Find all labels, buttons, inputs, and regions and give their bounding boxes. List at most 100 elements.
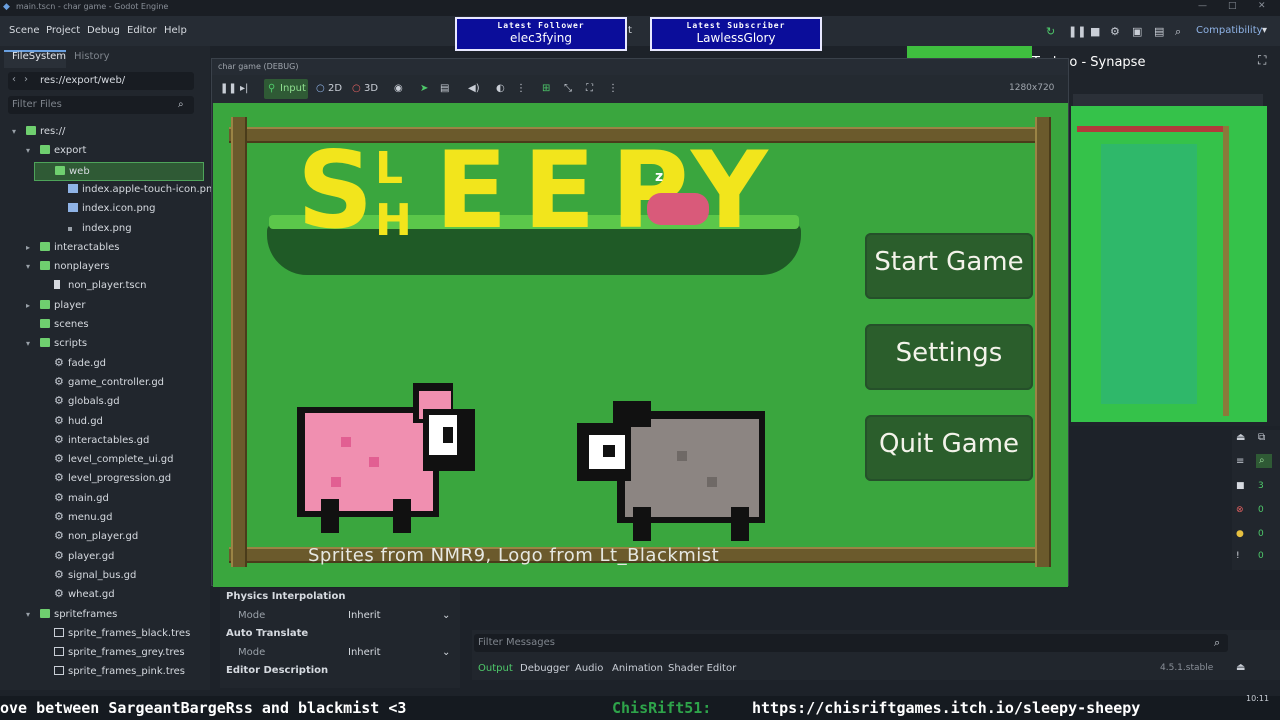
menu-scene[interactable]: Scene — [9, 25, 40, 36]
search-icon[interactable]: ⌕ — [1175, 25, 1181, 39]
chevron-down-icon[interactable]: ▾ — [12, 127, 16, 136]
auto-translate-header[interactable]: Auto Translate — [226, 628, 308, 639]
pin-icon[interactable]: ⏏ — [1236, 432, 1245, 443]
tree-item[interactable]: ▸ player — [0, 297, 206, 316]
chevron-down-icon[interactable]: ⌄ — [442, 647, 450, 658]
reload-icon[interactable]: ↻ — [1046, 25, 1055, 38]
tree-item[interactable]: ⚙ hud.gd — [0, 413, 206, 432]
warning-count-badge[interactable]: ● 0 — [1234, 528, 1272, 544]
tree-item[interactable]: index.apple-touch-icon.png — [0, 181, 219, 200]
tree-item[interactable]: scenes — [0, 316, 206, 335]
expand-icon[interactable]: ⛶ — [1258, 53, 1266, 68]
pause-icon[interactable]: ❚❚ — [220, 83, 237, 94]
menu-project[interactable]: Project — [46, 25, 80, 36]
minimize-button[interactable]: — — [1198, 1, 1207, 11]
movie-icon[interactable]: ▣ — [1132, 25, 1142, 38]
chevron-down-icon[interactable]: ▾ — [26, 262, 30, 271]
input-mode-label[interactable]: Input — [280, 83, 306, 94]
tab-history[interactable]: History — [74, 51, 110, 62]
select-icon[interactable]: ➤ — [420, 83, 428, 94]
close-button[interactable]: ✕ — [1258, 1, 1266, 11]
next-frame-icon[interactable]: ▸| — [240, 83, 248, 94]
3d-mode-icon[interactable]: ○ — [352, 83, 361, 94]
tab-animation[interactable]: Animation — [612, 663, 663, 674]
tree-item[interactable]: ▾ export — [0, 142, 206, 161]
shrink-icon[interactable]: ⤡ — [564, 83, 572, 94]
chevron-down-icon[interactable]: ▾ — [26, 146, 30, 155]
settings-button[interactable]: Settings — [865, 324, 1033, 390]
pin-icon[interactable]: ⏏ — [1236, 662, 1245, 673]
tree-item[interactable]: ▾ spriteframes — [0, 606, 206, 625]
tree-item[interactable]: sprite_frames_pink.tres — [0, 663, 206, 682]
audio-icon[interactable]: ◀) — [468, 83, 480, 94]
camera-icon[interactable]: ◐ — [496, 83, 505, 94]
remote-debug-icon[interactable]: ⚙ — [1110, 25, 1120, 38]
list-icon[interactable]: ▤ — [440, 83, 449, 94]
path-field[interactable]: ‹ › res://export/web/ — [8, 72, 194, 90]
tree-item[interactable]: ⚙ wheat.gd — [0, 586, 206, 605]
chevron-down-icon[interactable]: ▾ — [26, 610, 30, 619]
tree-item[interactable]: index.png — [0, 220, 206, 239]
tree-item[interactable]: ⚙ menu.gd — [0, 509, 206, 528]
mode-select[interactable]: Inherit — [348, 610, 381, 621]
tree-item[interactable]: ⚙ level_progression.gd — [0, 470, 206, 489]
renderer-select[interactable]: Compatibility — [1196, 25, 1263, 36]
2d-mode-icon[interactable]: ○ — [316, 83, 325, 94]
chevron-down-icon[interactable]: ▾ — [26, 339, 30, 348]
quit-game-button[interactable]: Quit Game — [865, 415, 1033, 481]
editor-description-header[interactable]: Editor Description — [226, 665, 328, 676]
pause-icon[interactable]: ❚❚ — [1068, 25, 1086, 38]
tree-item[interactable]: ⚙ game_controller.gd — [0, 374, 206, 393]
tree-item[interactable]: ▾ nonplayers — [0, 258, 206, 277]
fullscreen-icon[interactable]: ⛶ — [586, 83, 593, 94]
stop-icon[interactable]: ■ — [1090, 25, 1100, 38]
tab-output[interactable]: Output — [478, 663, 513, 674]
search-icon[interactable]: ⌕ — [1214, 636, 1220, 650]
start-game-button[interactable]: Start Game — [865, 233, 1033, 299]
tree-item[interactable]: ▾ scripts — [0, 335, 206, 354]
more-icon[interactable]: ⋮ — [608, 83, 618, 94]
tree-item[interactable]: ⚙ interactables.gd — [0, 432, 206, 451]
tree-item[interactable]: ▾ res:// — [0, 123, 206, 142]
chevron-right-icon[interactable]: ▸ — [26, 301, 30, 310]
search-icon[interactable]: ⌕ — [178, 99, 184, 110]
more-icon[interactable]: ⋮ — [516, 83, 526, 94]
tree-item[interactable]: index.icon.png — [0, 200, 206, 219]
visibility-icon[interactable]: ◉ — [394, 83, 403, 94]
tab-audio[interactable]: Audio — [575, 663, 603, 674]
menu-help[interactable]: Help — [164, 25, 187, 36]
mode2-select[interactable]: Inherit — [348, 647, 381, 658]
tree-item[interactable]: sprite_frames_black.tres — [0, 625, 206, 644]
menu-debug[interactable]: Debug — [87, 25, 120, 36]
tree-item[interactable]: ⚙ signal_bus.gd — [0, 567, 206, 586]
tree-item[interactable]: ⚙ globals.gd — [0, 393, 206, 412]
search-icon[interactable]: ⌕ — [1259, 455, 1265, 466]
chevron-right-icon[interactable]: ▸ — [26, 243, 30, 252]
tab-filesystem[interactable]: FileSystem — [12, 51, 66, 62]
tree-item[interactable]: ⚙ player.gd — [0, 548, 206, 567]
copy-icon[interactable]: ⧉ — [1258, 432, 1265, 443]
tree-item[interactable]: sprite_frames_grey.tres — [0, 644, 206, 663]
2d-mode-label[interactable]: 2D — [328, 83, 342, 94]
chevron-down-icon[interactable]: ▾ — [1262, 25, 1267, 36]
tree-item[interactable]: ⚙ fade.gd — [0, 355, 206, 374]
info-count-badge[interactable]: ! 0 — [1234, 550, 1272, 566]
forward-icon[interactable]: › — [24, 74, 28, 85]
maximize-button[interactable]: □ — [1228, 1, 1237, 11]
filter-messages-input[interactable]: Filter Messages ⌕ — [474, 634, 1228, 652]
menu-editor[interactable]: Editor — [127, 25, 157, 36]
tree-item[interactable]: web — [34, 161, 204, 181]
game-viewport[interactable]: S L H E E P Y z Start Game Settings Quit… — [213, 103, 1068, 587]
error-count-badge[interactable]: ⊗ 0 — [1234, 504, 1272, 520]
tree-item[interactable]: non_player.tscn — [0, 277, 206, 296]
tree-item[interactable]: ⚙ level_complete_ui.gd — [0, 451, 206, 470]
tree-item[interactable]: ⚙ main.gd — [0, 490, 206, 509]
filter-icon[interactable]: ≡ — [1236, 456, 1244, 467]
game-debug-window[interactable]: char game (DEBUG) ❚❚ ▸| ⚲ Input ○ 2D ○ 3… — [211, 58, 1069, 587]
3d-mode-label[interactable]: 3D — [364, 83, 378, 94]
input-icon[interactable]: ⚲ — [268, 83, 275, 94]
run-scene-icon[interactable]: ▤ — [1154, 25, 1164, 38]
tab-debugger[interactable]: Debugger — [520, 663, 570, 674]
message-count-badge[interactable]: ■ 3 — [1234, 480, 1272, 496]
fit-icon[interactable]: ⊞ — [542, 83, 550, 94]
